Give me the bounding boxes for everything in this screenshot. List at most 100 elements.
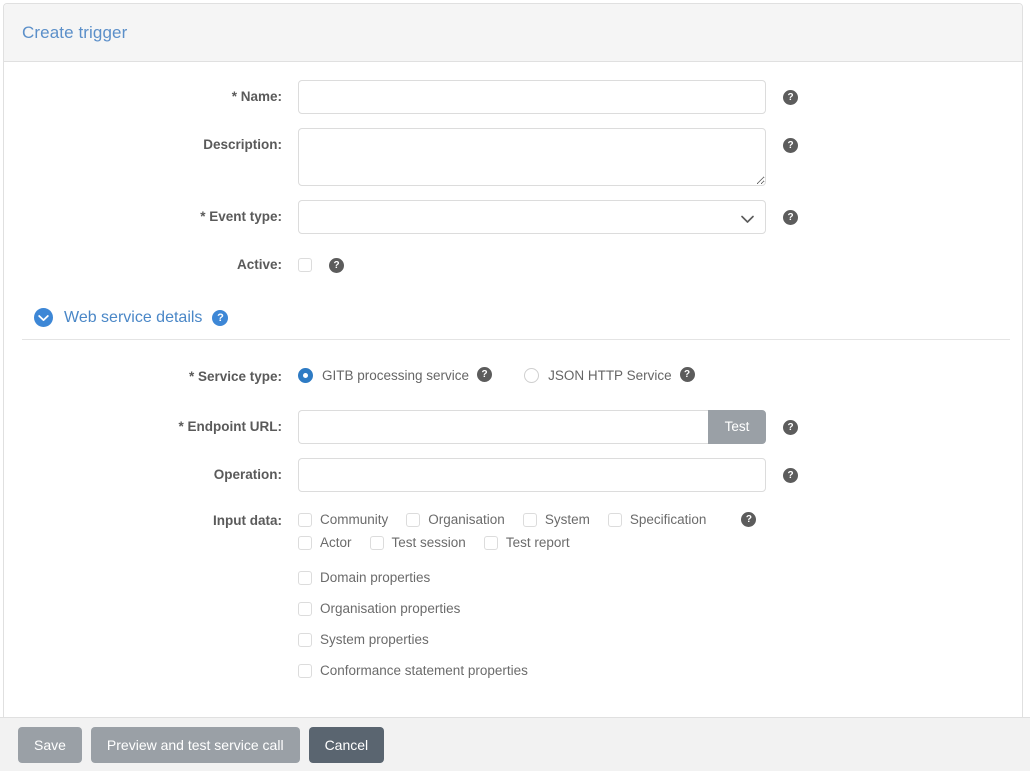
checkbox-organisation-properties-label: Organisation properties bbox=[320, 601, 461, 616]
operation-input[interactable] bbox=[298, 458, 766, 492]
help-icon-operation[interactable]: ? bbox=[783, 468, 798, 483]
help-icon-web-service-details[interactable]: ? bbox=[212, 309, 229, 326]
event-type-select[interactable] bbox=[298, 200, 766, 234]
radio-json-http-service-button[interactable] bbox=[524, 367, 540, 383]
event-type-select-wrap[interactable] bbox=[298, 200, 766, 234]
label-input-data: Input data: bbox=[213, 513, 282, 528]
active-control-wrap: ? bbox=[298, 248, 344, 282]
form-row-input-data: Input data: Community Organisation Syste… bbox=[4, 508, 1022, 686]
page-title: Create trigger bbox=[22, 22, 128, 42]
checkbox-organisation-properties-box[interactable] bbox=[298, 601, 312, 616]
event-type-control-wrap: ? bbox=[298, 200, 798, 234]
section-divider bbox=[22, 339, 1010, 340]
test-button[interactable]: Test bbox=[708, 410, 766, 444]
checkbox-conformance-statement-properties-box[interactable] bbox=[298, 663, 312, 678]
checkbox-community-label: Community bbox=[320, 512, 389, 527]
checkbox-test-report-box[interactable] bbox=[483, 535, 498, 550]
checkbox-domain-properties-label: Domain properties bbox=[320, 570, 431, 585]
checkbox-domain-properties[interactable]: Domain properties bbox=[298, 570, 430, 585]
radio-gitb-processing-service-button[interactable] bbox=[298, 367, 313, 383]
endpoint-url-input-group: Test bbox=[298, 410, 766, 444]
help-icon-endpoint-url[interactable]: ? bbox=[783, 420, 798, 435]
active-checkbox[interactable] bbox=[298, 258, 312, 272]
service-type-control-wrap: GITB processing service ? JSON HTTP Serv… bbox=[298, 360, 695, 390]
name-input[interactable] bbox=[298, 80, 766, 114]
preview-and-test-service-call-button[interactable]: Preview and test service call bbox=[90, 726, 300, 763]
web-service-details-section-header[interactable]: Web service details ? bbox=[4, 308, 1022, 327]
checkbox-actor[interactable]: Actor bbox=[298, 535, 352, 550]
radio-json-http-service-label: JSON HTTP Service bbox=[548, 367, 672, 383]
form-row-service-type: * Service type: GITB processing service … bbox=[4, 360, 1022, 394]
description-textarea[interactable] bbox=[298, 128, 766, 186]
checkbox-organisation[interactable]: Organisation bbox=[406, 512, 505, 527]
checkbox-community[interactable]: Community bbox=[298, 512, 388, 527]
help-icon-event-type[interactable]: ? bbox=[783, 210, 798, 225]
checkbox-test-report-label: Test report bbox=[505, 535, 570, 550]
section-title: Web service details bbox=[64, 308, 203, 326]
form-row-operation: Operation: ? bbox=[4, 458, 1022, 492]
checkbox-specification-label: Specification bbox=[629, 512, 707, 527]
checkbox-actor-label: Actor bbox=[320, 535, 352, 550]
help-icon-json-http-service[interactable]: ? bbox=[679, 366, 695, 382]
cancel-button[interactable]: Cancel bbox=[308, 726, 385, 763]
card-header: Create trigger bbox=[4, 4, 1022, 62]
checkbox-conformance-statement-properties[interactable]: Conformance statement properties bbox=[298, 663, 528, 678]
input-data-stack-row-2: Organisation properties bbox=[298, 593, 724, 624]
checkbox-test-session[interactable]: Test session bbox=[369, 535, 466, 550]
checkbox-system-properties[interactable]: System properties bbox=[298, 632, 429, 647]
checkbox-test-session-label: Test session bbox=[391, 535, 466, 550]
form-row-description: Description: ? bbox=[4, 128, 1022, 186]
checkbox-system-label: System bbox=[544, 512, 590, 527]
label-operation: Operation: bbox=[213, 467, 282, 482]
input-data-stacked-options: Domain properties Organisation propertie… bbox=[298, 554, 724, 686]
save-button[interactable]: Save bbox=[18, 726, 82, 763]
checkbox-specification[interactable]: Specification bbox=[607, 512, 707, 527]
operation-control-wrap: ? bbox=[298, 458, 798, 492]
create-trigger-card: Create trigger * Name: ? Description: ? … bbox=[3, 3, 1023, 723]
help-icon-description[interactable]: ? bbox=[783, 138, 798, 153]
checkbox-specification-box[interactable] bbox=[607, 512, 622, 527]
checkbox-test-report[interactable]: Test report bbox=[483, 535, 570, 550]
endpoint-url-input[interactable] bbox=[298, 410, 708, 444]
input-data-checkbox-grid: Community Organisation System Specificat… bbox=[298, 508, 724, 686]
label-description: Description: bbox=[203, 137, 282, 152]
form-row-endpoint-url: * Endpoint URL: Test ? bbox=[4, 410, 1022, 444]
checkbox-system-box[interactable] bbox=[522, 512, 537, 527]
checkbox-system-properties-box[interactable] bbox=[298, 632, 312, 647]
input-data-control-wrap: Community Organisation System Specificat… bbox=[298, 508, 757, 686]
input-data-stack-row-1: Domain properties bbox=[298, 562, 724, 593]
form-footer: Save Preview and test service call Cance… bbox=[0, 717, 1030, 771]
form-row-name: * Name: ? bbox=[4, 80, 1022, 114]
help-icon-gitb-processing-service[interactable]: ? bbox=[477, 366, 493, 382]
checkbox-actor-box[interactable] bbox=[298, 535, 312, 550]
form-row-event-type: * Event type: ? bbox=[4, 200, 1022, 234]
checkbox-organisation-properties[interactable]: Organisation properties bbox=[298, 601, 460, 616]
input-data-row-1: Community Organisation System Specificat… bbox=[298, 508, 724, 531]
checkbox-organisation-label: Organisation bbox=[428, 512, 505, 527]
card-body: * Name: ? Description: ? * Event type: ?… bbox=[4, 62, 1022, 722]
label-name: * Name: bbox=[231, 89, 282, 104]
form-row-active: Active: ? bbox=[4, 248, 1022, 282]
checkbox-system-properties-label: System properties bbox=[320, 632, 429, 647]
collapse-chevron-down-icon[interactable] bbox=[34, 308, 53, 327]
help-icon-active[interactable]: ? bbox=[329, 257, 344, 273]
label-active: Active: bbox=[236, 257, 282, 272]
radio-gitb-processing-service-label: GITB processing service bbox=[322, 367, 470, 383]
help-icon-name[interactable]: ? bbox=[783, 90, 798, 105]
name-control-wrap: ? bbox=[298, 80, 798, 114]
input-data-stack-row-3: System properties bbox=[298, 624, 724, 655]
endpoint-url-control-wrap: Test ? bbox=[298, 410, 798, 444]
label-endpoint-url: * Endpoint URL: bbox=[178, 419, 282, 434]
help-icon-input-data[interactable]: ? bbox=[741, 512, 757, 527]
input-data-row-2: Actor Test session Test report bbox=[298, 531, 724, 554]
checkbox-system[interactable]: System bbox=[522, 512, 590, 527]
checkbox-organisation-box[interactable] bbox=[406, 512, 421, 527]
label-event-type: * Event type: bbox=[200, 209, 282, 224]
input-data-stack-row-4: Conformance statement properties bbox=[298, 655, 724, 686]
checkbox-community-box[interactable] bbox=[298, 512, 312, 527]
radio-json-http-service[interactable]: JSON HTTP Service bbox=[524, 367, 672, 383]
description-control-wrap: ? bbox=[298, 128, 798, 186]
checkbox-test-session-box[interactable] bbox=[369, 535, 384, 550]
radio-gitb-processing-service[interactable]: GITB processing service bbox=[298, 367, 470, 383]
checkbox-domain-properties-box[interactable] bbox=[298, 570, 312, 585]
